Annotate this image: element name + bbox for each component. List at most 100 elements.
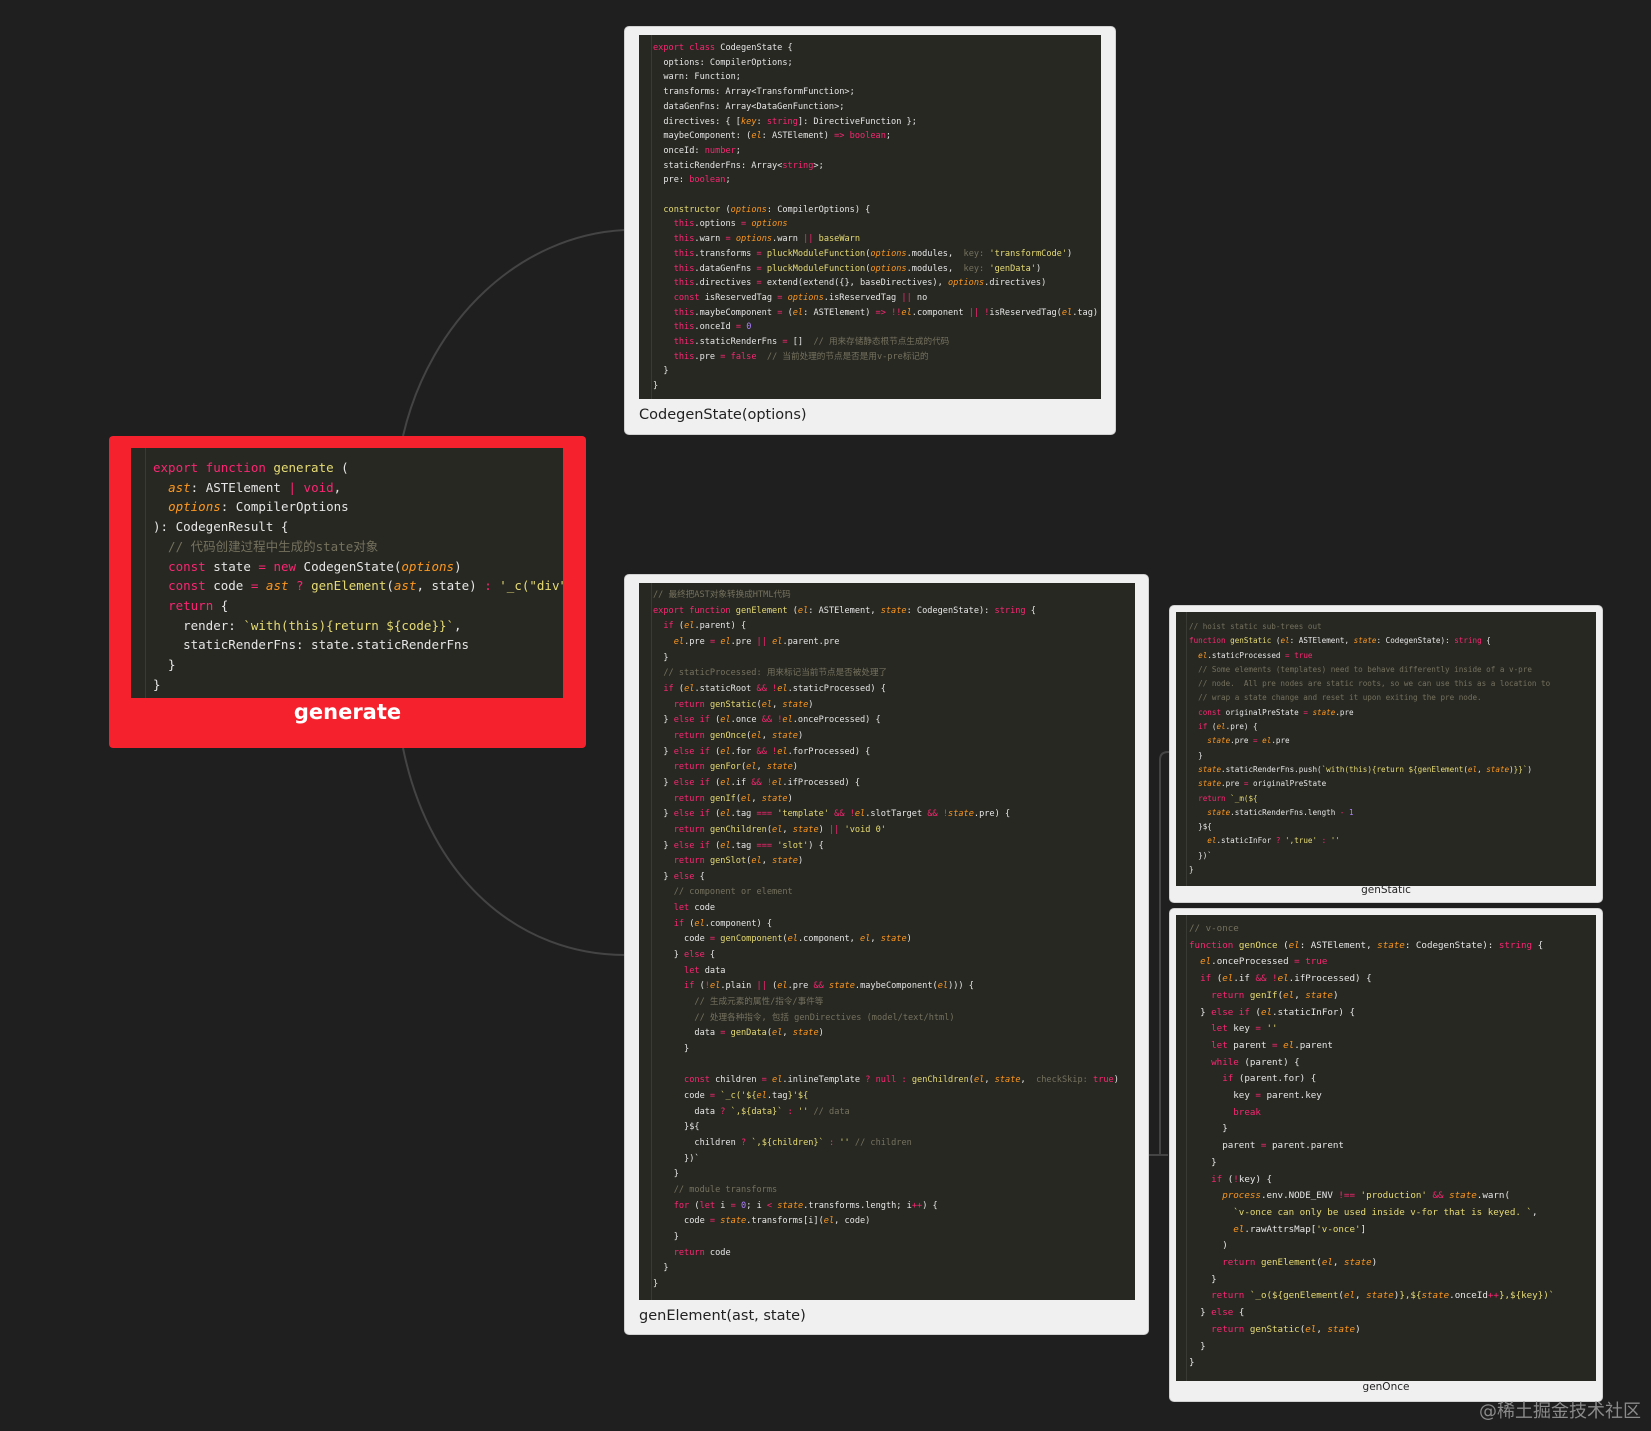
code-line: constructor (options: CompilerOptions) { <box>663 204 871 215</box>
code-line: } <box>653 1044 690 1055</box>
node-gen-element[interactable]: // 最终把AST对象转换成HTML代码 export function gen… <box>625 575 1148 1334</box>
connector-generate-to-genelement <box>402 747 626 956</box>
watermark: @稀土掘金技术社区 <box>1479 1401 1641 1422</box>
code-line: return genSlot(el, state) <box>673 856 804 867</box>
code-line: } else if (el.if && !el.ifProcessed) { <box>653 777 861 788</box>
code-line: const code = ast ? genElement(ast, state… <box>168 578 563 594</box>
code-line: } <box>653 1169 679 1180</box>
root-node-generate[interactable]: export function generate ( ast: ASTEleme… <box>109 436 586 748</box>
code-line: data ? `,${data}` : '' // data <box>653 1106 850 1117</box>
code-line: return genChildren(el, state) || 'void 0… <box>673 824 886 835</box>
code-line: for (let i = 0; i < state.transforms.len… <box>673 1200 938 1211</box>
code-line: // 最终把AST对象转换成HTML代码 <box>653 590 791 600</box>
node-title: genOnce <box>1362 1381 1410 1393</box>
code-line: // v-once <box>1189 923 1239 934</box>
code-line: code = `_c('${el.tag}'${ <box>653 1091 809 1101</box>
code-line: el.staticProcessed = true <box>1198 650 1313 660</box>
code-line: } <box>1189 1273 1217 1285</box>
code-line: maybeComponent: (el: ASTElement) => bool… <box>653 131 892 142</box>
node-gen-once[interactable]: // v-once function genOnce (el: ASTEleme… <box>1170 909 1602 1401</box>
code-line: } else if (el.staticInFor) { <box>1189 1006 1356 1018</box>
code-line: dataGenFns: Array<DataGenFunction>; <box>653 101 845 112</box>
code-line: // wrap a state change and reset it upon… <box>1189 693 1482 703</box>
code-line: key = parent.key <box>1189 1090 1322 1102</box>
code-line: return genIf(el, state) <box>673 793 793 804</box>
node-title: generate <box>293 700 402 724</box>
code-line: export function genElement (el: ASTEleme… <box>653 605 1036 616</box>
code-line: data = genData(el, state) <box>653 1028 824 1039</box>
code-line: let code <box>673 903 716 914</box>
code-line: return genOnce(el, state) <box>673 730 804 741</box>
code-line: if (el.component) { <box>673 918 773 929</box>
code-line: })` <box>653 1153 700 1164</box>
node-codegen-state[interactable]: export class CodegenState { options: Com… <box>625 27 1115 434</box>
code-lines: export function generate ( ast: ASTEleme… <box>131 458 563 694</box>
node-gen-static[interactable]: // hoist static sub-trees out function g… <box>1170 606 1602 902</box>
code-line: break <box>1233 1106 1261 1118</box>
code-line: transforms: Array<TransformFunction>; <box>653 87 855 98</box>
code-line: // 生成元素的属性/指令/事件等 <box>653 997 824 1008</box>
code-line: } else { <box>653 871 705 882</box>
code-line: } <box>1189 865 1194 875</box>
code-line: staticRenderFns: state.staticRenderFns <box>153 637 470 653</box>
code-line: } else { <box>653 950 716 961</box>
code-line: if (el.if && !el.ifProcessed) { <box>1200 973 1372 985</box>
code-line: // module transforms <box>653 1184 778 1195</box>
code-line: state.pre = el.pre <box>1207 736 1290 746</box>
code-line: export class CodegenState { <box>653 43 793 53</box>
code-line: if (el.parent) { <box>663 621 747 632</box>
code-line: el.onceProcessed = true <box>1200 956 1328 968</box>
code-line: pre: boolean; <box>653 175 731 186</box>
connector-genelement-to-children <box>1148 751 1170 1156</box>
code-line: `v-once can only be used inside v-for th… <box>1233 1206 1538 1218</box>
code-line: } <box>653 1263 669 1274</box>
code-line: return genFor(el, state) <box>673 762 798 773</box>
code-line: const originalPreState = state.pre <box>1198 707 1354 717</box>
code-line: } <box>653 366 669 377</box>
code-line: return genElement(el, state) <box>1222 1257 1378 1269</box>
code-line: options: CompilerOptions <box>168 499 349 515</box>
code-line: warn: Function; <box>653 72 741 83</box>
code-line: if (!el.plain || (el.pre && state.maybeC… <box>684 981 974 992</box>
code-line: return `_o(${genElement(el, state)},${st… <box>1211 1290 1555 1302</box>
code-line: this.dataGenFns = pluckModuleFunction(op… <box>673 263 1042 274</box>
node-title: genElement(ast, state) <box>639 1308 806 1324</box>
code-line: } <box>1189 1340 1206 1352</box>
code-line: })` <box>1189 850 1212 860</box>
code-line: if (el.pre) { <box>1198 722 1258 732</box>
code-line: let parent = el.parent <box>1211 1039 1333 1051</box>
code-line: code = genComponent(el.component, el, st… <box>653 934 912 945</box>
code-line: return genStatic(el, state) <box>1211 1323 1361 1335</box>
code-line: }${ <box>653 1122 700 1133</box>
code-line: return { <box>168 597 229 613</box>
code-line: if (!key) { <box>1211 1173 1273 1185</box>
code-block-codegen-state: export class CodegenState { options: Com… <box>639 35 1101 399</box>
code-line: return genStatic(el, state) <box>673 699 814 710</box>
code-line: if (parent.for) { <box>1222 1073 1317 1085</box>
code-line: el.pre = el.pre || el.parent.pre <box>673 636 840 647</box>
code-line: this.warn = options.warn || baseWarn <box>673 234 861 245</box>
code-line: onceId: number; <box>653 145 741 156</box>
code-line: this.onceId = 0 <box>673 322 752 333</box>
code-line: // 代码创建过程中生成的state对象 <box>153 538 379 554</box>
code-line: render: `with(this){return ${code}}`, <box>153 617 462 633</box>
code-line: return genIf(el, state) <box>1211 989 1339 1001</box>
code-line: ast: ASTElement | void, <box>168 479 342 495</box>
code-line: process.env.NODE_ENV !== 'production' &&… <box>1222 1190 1510 1202</box>
code-line: function genOnce (el: ASTElement, state:… <box>1189 939 1544 951</box>
code-line: return code <box>673 1247 731 1258</box>
code-line: // staticProcessed: 用来标记当前节点是否被处理了 <box>653 668 888 679</box>
code-lines: // 最终把AST对象转换成HTML代码 export function gen… <box>639 588 1135 1293</box>
code-line: while (parent) { <box>1211 1056 1300 1068</box>
code-line: let key = '' <box>1211 1023 1278 1035</box>
code-lines: export class CodegenState { options: Com… <box>639 41 1101 394</box>
code-line: } <box>653 1278 659 1289</box>
code-line: if (el.staticRoot && !el.staticProcessed… <box>663 683 886 694</box>
code-line: } <box>1189 1123 1228 1135</box>
code-line: this.maybeComponent = (el: ASTElement) =… <box>673 307 1099 318</box>
code-line: // 处理各种指令, 包括 genDirectives (model/text/… <box>653 1012 955 1023</box>
code-line: function genStatic (el: ASTElement, stat… <box>1189 636 1491 646</box>
code-line: code = state.transforms[i](el, code) <box>653 1216 871 1227</box>
